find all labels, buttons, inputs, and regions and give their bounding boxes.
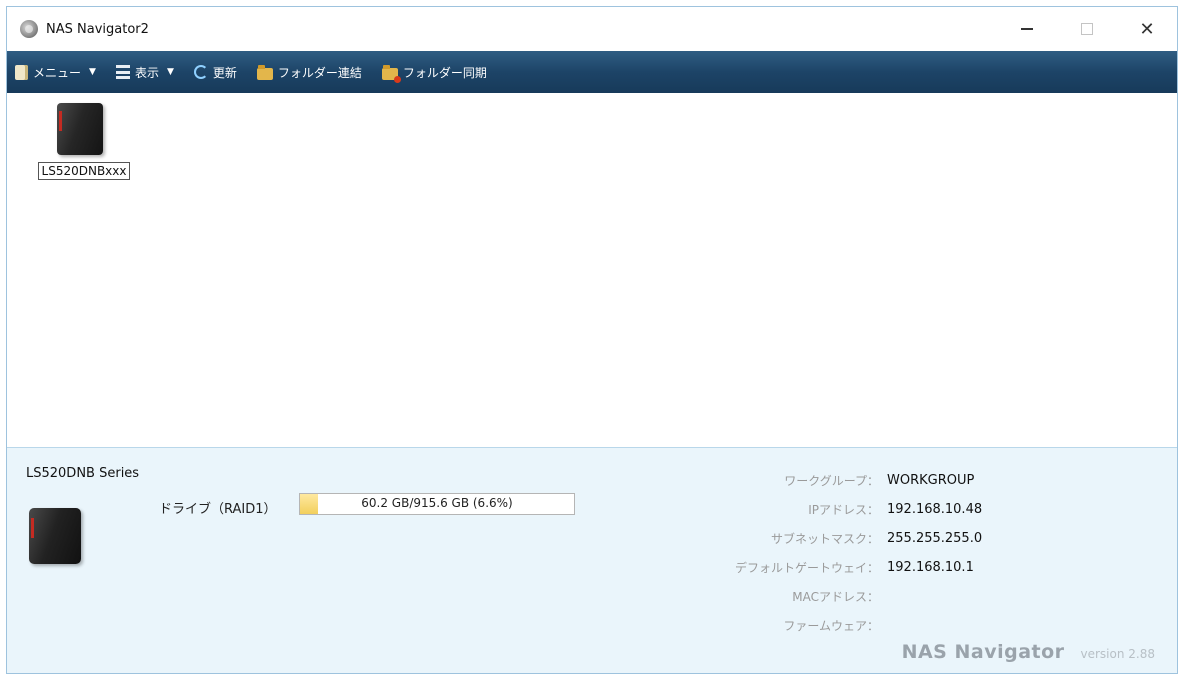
- folder-sync-label: フォルダー同期: [402, 65, 487, 80]
- app-window: NAS Navigator2 ✕ メニュー ▼ 表示 ▼ 更新 フォルダー連結 …: [6, 6, 1178, 674]
- maximize-button[interactable]: [1057, 7, 1117, 51]
- prop-value: WORKGROUP: [887, 473, 975, 488]
- ip-address-row: IPアドレス： 192.168.10.48: [717, 495, 1177, 524]
- device-info-panel: LS520DNB Series ドライブ（RAID1） 60.2 GB/915.…: [7, 447, 1177, 673]
- prop-label: IPアドレス：: [808, 503, 879, 517]
- subnet-mask-row: サブネットマスク： 255.255.255.0: [717, 524, 1177, 553]
- mac-address-row: MACアドレス：: [717, 582, 1177, 611]
- window-controls: ✕: [997, 7, 1177, 51]
- workgroup-row: ワークグループ： WORKGROUP: [717, 466, 1177, 495]
- folder-link-button[interactable]: フォルダー連結: [256, 57, 362, 87]
- prop-value: 255.255.255.0: [887, 531, 983, 546]
- minimize-icon: [1021, 28, 1033, 30]
- title-bar[interactable]: NAS Navigator2 ✕: [7, 7, 1177, 51]
- prop-label: サブネットマスク：: [770, 532, 879, 546]
- nas-device-icon: [25, 502, 93, 566]
- version-text: version 2.88: [1080, 647, 1155, 661]
- device-properties: ワークグループ： WORKGROUP IPアドレス： 192.168.10.48…: [717, 466, 1177, 640]
- prop-label: ワークグループ：: [784, 474, 879, 488]
- prop-label: デフォルトゲートウェイ：: [734, 561, 879, 575]
- folder-link-label: フォルダー連結: [277, 65, 362, 80]
- firmware-row: ファームウェア：: [717, 611, 1177, 640]
- chevron-down-icon: ▼: [89, 67, 96, 77]
- toolbar: メニュー ▼ 表示 ▼ 更新 フォルダー連結 フォルダー同期: [7, 51, 1177, 93]
- prop-value: 192.168.10.48: [887, 502, 983, 517]
- maximize-icon: [1081, 23, 1093, 35]
- series-name: LS520DNB Series: [26, 466, 140, 481]
- drive-label: ドライブ（RAID1）: [159, 502, 277, 517]
- menu-button[interactable]: メニュー ▼: [15, 57, 96, 87]
- drive-usage-bar: 60.2 GB/915.6 GB (6.6%): [299, 493, 575, 515]
- folder-link-icon: [256, 64, 273, 80]
- device-item[interactable]: LS520DNBxxx: [29, 99, 139, 180]
- window-title: NAS Navigator2: [46, 21, 149, 37]
- folder-sync-icon: [381, 64, 401, 83]
- view-label: 表示: [134, 65, 159, 80]
- brand-footer: NAS Navigator version 2.88: [902, 641, 1155, 663]
- prop-label: MACアドレス：: [792, 590, 879, 604]
- refresh-icon: [193, 65, 208, 79]
- menu-label: メニュー: [33, 65, 82, 80]
- refresh-button[interactable]: 更新: [193, 57, 237, 87]
- device-list-pane[interactable]: LS520DNBxxx: [7, 93, 1177, 447]
- nas-device-icon: [51, 99, 107, 157]
- prop-label: ファームウェア：: [783, 619, 879, 633]
- folder-sync-button[interactable]: フォルダー同期: [381, 57, 487, 87]
- prop-value: 192.168.10.1: [887, 560, 974, 575]
- device-name: LS520DNBxxx: [37, 162, 131, 180]
- app-logo-icon: [20, 20, 38, 38]
- close-icon: ✕: [1139, 18, 1155, 40]
- default-gateway-row: デフォルトゲートウェイ： 192.168.10.1: [717, 553, 1177, 582]
- minimize-button[interactable]: [997, 7, 1057, 51]
- view-button[interactable]: 表示 ▼: [115, 57, 174, 87]
- menu-icon: [15, 64, 28, 80]
- brand-name: NAS Navigator: [901, 641, 1065, 663]
- refresh-label: 更新: [212, 65, 237, 80]
- drive-usage-text: 60.2 GB/915.6 GB (6.6%): [361, 496, 513, 510]
- close-button[interactable]: ✕: [1117, 7, 1177, 51]
- view-icon: [115, 65, 130, 79]
- chevron-down-icon: ▼: [166, 67, 174, 77]
